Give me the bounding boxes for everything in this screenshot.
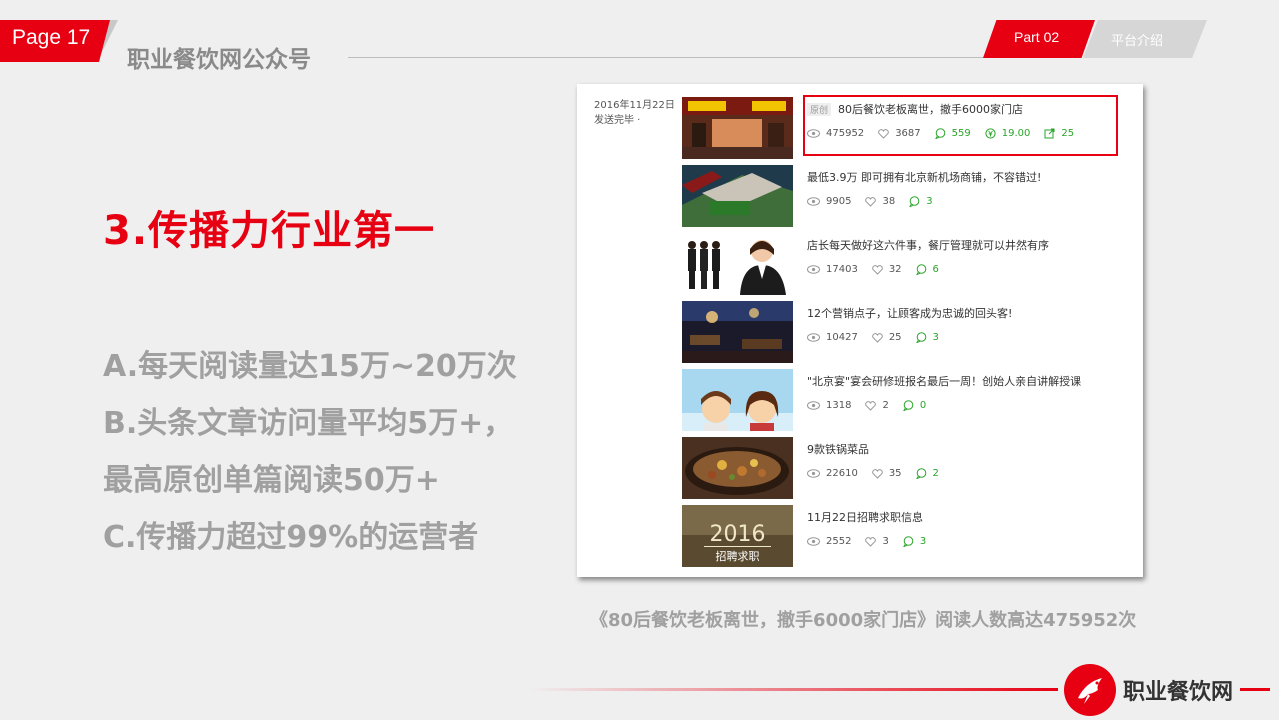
comment-icon [909,196,920,207]
eye-icon [807,197,820,206]
header-divider [348,57,988,58]
eye-icon [807,537,820,546]
article-thumbnail: 2016 招聘求职 [682,505,793,567]
eye-icon [807,333,820,342]
comment-icon [903,536,914,547]
bullet-points: A.每天阅读量达15万~20万次 B.头条文章访问量平均5万+， 最高原创单篇阅… [103,338,517,566]
article-thumbnail [682,97,793,159]
comment-count: 3 [932,332,939,343]
view-count: 2552 [826,536,852,547]
comment-icon [915,468,926,479]
footer-divider [530,688,1058,691]
slide-heading: 3.传播力行业第一 [103,208,436,254]
view-count: 9905 [826,196,852,207]
article-item[interactable]: 最低3.9万 即可拥有北京新机场商铺，不容错过! 9905 38 3 [682,165,1132,227]
brand-name: 职业餐饮网 [1123,680,1234,705]
view-count: 1318 [826,400,852,411]
like-count: 38 [882,196,896,207]
thumbnail-caption: 招聘求职 [716,549,760,563]
like-count: 35 [888,468,902,479]
publish-date: 2016年11月22日 发送完毕 · [594,100,675,126]
page-number: Page 17 [12,26,91,49]
screenshot-caption: 《80后餐饮老板离世，撤手6000家门店》阅读人数高达475952次 [590,610,1137,631]
view-count: 10427 [826,332,858,343]
article-stats: 2552 3 3 [807,536,940,547]
like-count: 32 [888,264,902,275]
article-stats: 1318 2 0 [807,400,940,411]
article-title: "北京宴"宴会研修班报名最后一周！创始人亲自讲解授课 [807,375,1082,388]
article-thumbnail [682,369,793,431]
point-c: C.传播力超过99%的运营者 [103,520,479,555]
article-stats: 9905 38 3 [807,196,947,207]
comment-count: 6 [932,264,939,275]
comment-icon [915,264,926,275]
heart-icon [871,264,883,275]
article-stats: 10427 25 3 [807,332,953,343]
heart-icon [871,332,883,343]
point-b: B.头条文章访问量平均5万+， [103,406,514,441]
heart-icon [865,536,877,547]
view-count: 17403 [826,264,858,275]
article-item[interactable]: 12个营销点子，让顾客成为忠诚的回头客! 10427 25 3 [682,301,1132,363]
eye-icon [807,401,820,410]
heart-icon [871,468,883,479]
point-a: A.每天阅读量达15万~20万次 [103,349,517,384]
comment-count: 3 [926,196,933,207]
article-thumbnail [682,165,793,227]
heart-icon [865,196,877,207]
comment-icon [915,332,926,343]
header-title: 职业餐饮网公众号 [127,47,311,73]
article-item[interactable]: 2016 招聘求职 11月22日招聘求职信息 2552 3 3 [682,505,1132,567]
article-stats: 17403 32 6 [807,264,953,275]
article-title: 最低3.9万 即可拥有北京新机场商铺，不容错过! [807,171,1042,184]
article-stats: 22610 35 2 [807,468,953,479]
footer-divider-right [1240,688,1270,691]
comment-count: 0 [919,400,927,411]
comment-count: 2 [932,468,939,479]
article-item[interactable]: 9款铁锅菜品 22610 35 2 [682,437,1132,499]
article-title: 9款铁锅菜品 [807,443,869,456]
article-thumbnail [682,437,793,499]
comment-count: 3 [919,536,927,547]
thumbnail-year: 2016 [710,522,766,547]
point-b-continued: 最高原创单篇阅读50万+ [103,463,440,498]
article-title: 店长每天做好这六件事，餐厅管理就可以井然有序 [807,239,1049,252]
view-count: 22610 [826,468,858,479]
brand-logo-icon [1064,664,1116,716]
eye-icon [807,469,820,478]
article-title: 11月22日招聘求职信息 [807,511,923,524]
article-item[interactable]: "北京宴"宴会研修班报名最后一周！创始人亲自讲解授课 1318 2 0 [682,369,1132,431]
article-title: 12个营销点子，让顾客成为忠诚的回头客! [807,307,1013,320]
part-label: Part 02 [1014,29,1060,45]
article-thumbnail [682,233,793,295]
article-item[interactable]: 店长每天做好这六件事，餐厅管理就可以井然有序 17403 32 6 [682,233,1132,295]
heart-icon [865,400,877,411]
article-thumbnail [682,301,793,363]
like-count: 25 [888,332,902,343]
like-count: 3 [882,536,889,547]
comment-icon [903,400,914,411]
like-count: 2 [882,400,889,411]
article-list-screenshot: 2016年11月22日 发送完毕 · 原创 80后餐饮老板离世，撤手6000家门店… [577,84,1143,577]
section-label: 平台介绍 [1111,34,1164,49]
eye-icon [807,265,820,274]
highlight-box [803,95,1118,156]
